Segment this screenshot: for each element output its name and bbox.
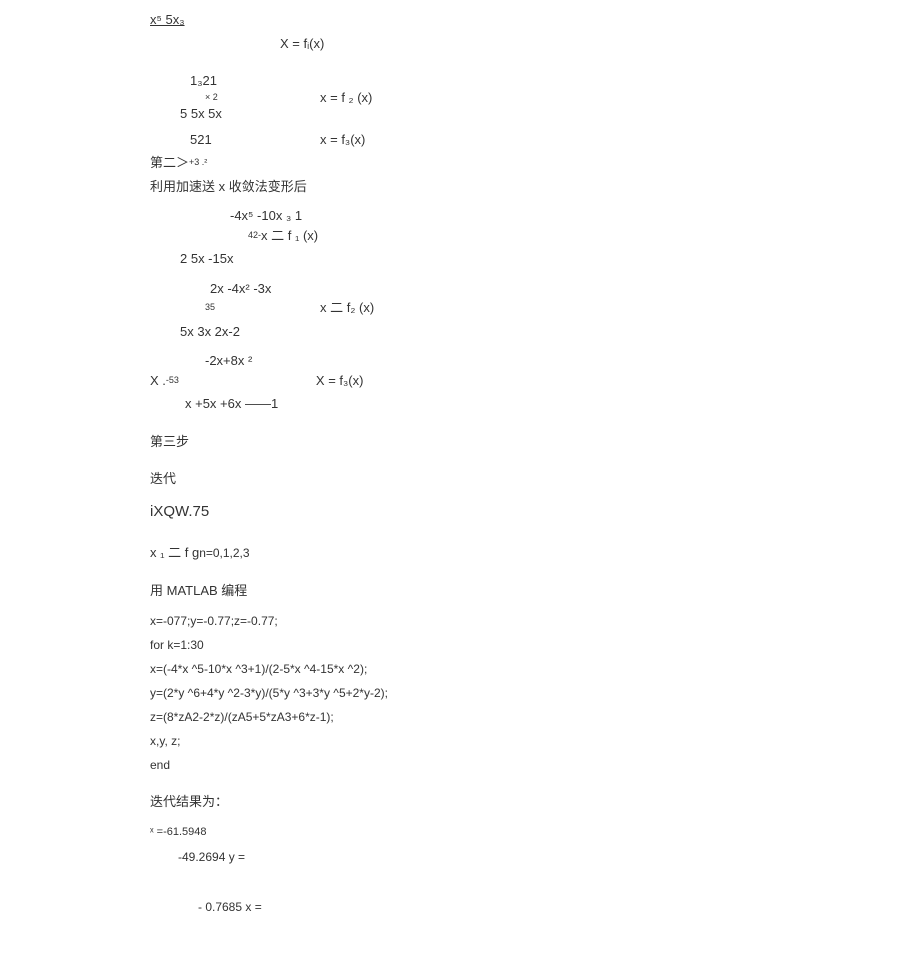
matlab-l4: y=(2*y ^6+4*y ^2-3*y)/(5*y ^3+3*y ^5+2*y… xyxy=(150,684,760,702)
step2-desc: 利用加速送 x 收敛法变形后 xyxy=(150,177,760,197)
g1-line3: 2 5x -15x xyxy=(180,249,760,269)
result-3: - 0.7685 x = xyxy=(198,898,760,916)
step3-title: 第三步 xyxy=(150,432,760,452)
eq3-line1: 521 xyxy=(190,130,320,150)
eq2-line2: × 2 xyxy=(205,91,320,105)
document-body: x⁵ 5x₃ X = fᵢ(x) 1₃21 × 2 5 5x 5x x = f … xyxy=(0,0,760,962)
result-2: -49.2694 y = xyxy=(150,848,760,866)
g3-rhs: X = f₃(x) xyxy=(316,371,364,391)
g2-line1: 2x -4x² -3x xyxy=(210,279,760,299)
g2-line2a: 35 xyxy=(205,301,320,315)
results-title: 迭代结果为： xyxy=(150,792,760,812)
step2-g3: -2x+8x ² X . -53 X = f₃(x) x +5x +6x ——1 xyxy=(150,351,760,414)
g3-line1: -2x+8x ² xyxy=(205,351,760,371)
step2-g1: -4x⁵ -10x ₃ 1 42- x 二 f ₁ (x) 2 5x -15x xyxy=(150,206,760,269)
matlab-l2: for k=1:30 xyxy=(150,636,760,654)
g1-line2a: 42- xyxy=(248,229,261,243)
matlab-l5: z=(8*zA2-2*z)/(zA5+5*zA3+6*z-1); xyxy=(150,708,760,726)
matlab-l1: x=-077;y=-0.77;z=-0.77; xyxy=(150,612,760,630)
g1-line2b: x 二 f ₁ (x) xyxy=(261,226,318,246)
eq2-block: 1₃21 × 2 5 5x 5x x = f ₂ (x) xyxy=(150,71,760,124)
eq3-block: 521 x = f₃(x) xyxy=(150,130,760,150)
matlab-l6: x,y, z; xyxy=(150,732,760,750)
matlab-title: 用 MATLAB 编程 xyxy=(150,581,760,601)
eq3-rhs: x = f₃(x) xyxy=(320,130,365,150)
matlab-l3: x=(-4*x ^5-10*x ^3+1)/(2-5*x ^4-15*x ^2)… xyxy=(150,660,760,678)
g3-line2a: X . xyxy=(150,371,166,391)
g3-line2b: -53 xyxy=(166,374,316,388)
eq1-rhs: X = fᵢ(x) xyxy=(280,34,324,54)
step3-sub1: 迭代 xyxy=(150,469,760,489)
g2-line3: 5x 3x 2x-2 xyxy=(180,322,760,342)
iter-row: x ₁ 二 f g n=0,1,2,3 xyxy=(150,543,760,563)
eq2-line3: 5 5x 5x xyxy=(180,104,320,124)
step2-title-b: +3 .² xyxy=(189,156,207,170)
g1-line1: -4x⁵ -10x ₃ 1 xyxy=(230,206,760,226)
g3-line3: x +5x +6x ——1 xyxy=(185,394,760,414)
eq2-line1: 1₃21 xyxy=(190,71,320,91)
iter-b: n=0,1,2,3 xyxy=(199,544,249,562)
step2-title: 第二＞ +3 .² xyxy=(150,153,760,173)
eq1-row: X = fᵢ(x) xyxy=(280,34,760,54)
result-1: ˣ =-61.5948 xyxy=(150,824,760,841)
eq2-rhs: x = f ₂ (x) xyxy=(320,88,372,108)
g2-line2b: x 二 f₂ (x) xyxy=(320,298,374,318)
iter-a: x ₁ 二 f g xyxy=(150,543,199,563)
step3-sub2: iXQW.75 xyxy=(150,501,760,524)
step2-title-a: 第二＞ xyxy=(150,153,189,173)
header-expr: x⁵ 5x₃ xyxy=(150,10,185,30)
matlab-l7: end xyxy=(150,756,760,774)
header-row: x⁵ 5x₃ xyxy=(150,10,760,30)
step2-g2: 2x -4x² -3x 35 x 二 f₂ (x) 5x 3x 2x-2 xyxy=(150,279,760,342)
